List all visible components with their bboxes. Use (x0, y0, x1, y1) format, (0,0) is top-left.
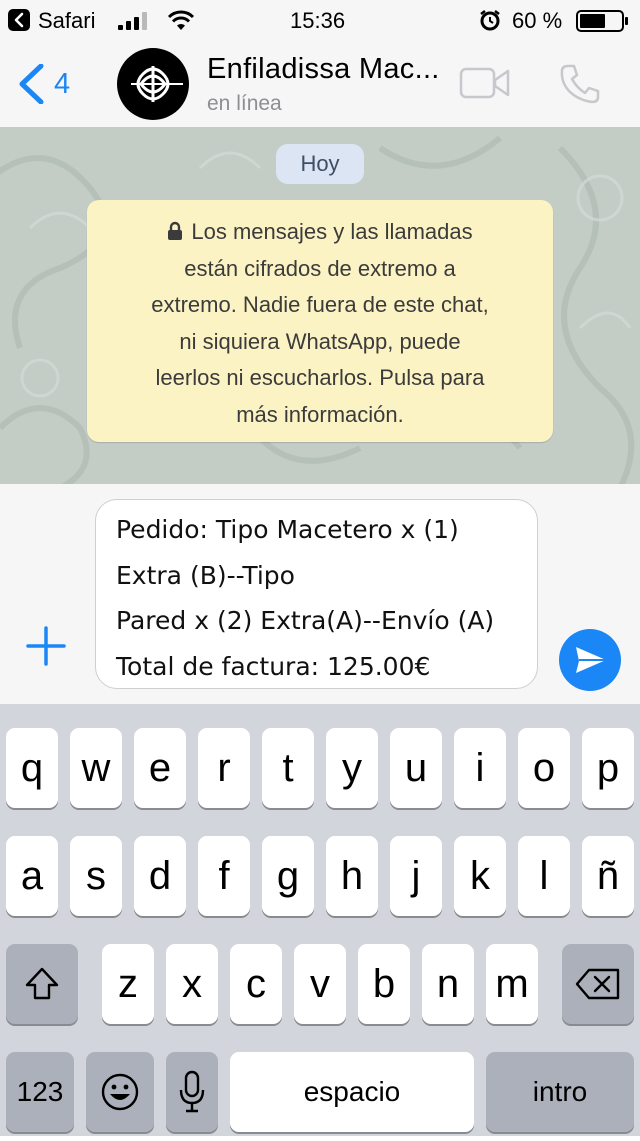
chat-header: 4 Enfiladissa Mac... en línea (0, 40, 640, 128)
key-t[interactable]: t (262, 728, 314, 808)
key-s[interactable]: s (70, 836, 122, 916)
key-r[interactable]: r (198, 728, 250, 808)
message-input-line: Pedido: Tipo Macetero x (1) (116, 515, 459, 544)
back-unread-count[interactable]: 4 (54, 68, 70, 101)
status-time: 15:36 (290, 8, 346, 33)
emoji-key[interactable] (86, 1052, 154, 1132)
dictation-key[interactable] (166, 1052, 218, 1132)
back-chevron-icon[interactable] (16, 64, 46, 104)
shift-key[interactable] (6, 944, 78, 1024)
back-to-app-icon[interactable] (8, 9, 30, 31)
lock-icon (168, 221, 183, 240)
key-v[interactable]: v (294, 944, 346, 1024)
message-input-line: Pared x (2) Extra(A)--Envío (A) (116, 606, 495, 635)
key-m[interactable]: m (486, 944, 538, 1024)
send-button[interactable] (559, 629, 621, 691)
video-camera-icon[interactable] (459, 66, 511, 100)
key-l[interactable]: l (518, 836, 570, 916)
message-input-line: Extra (B)--Tipo (116, 560, 295, 590)
key-n[interactable]: n (422, 944, 474, 1024)
backspace-key[interactable] (562, 944, 634, 1024)
key-c[interactable]: c (230, 944, 282, 1024)
chat-area[interactable]: Hoy Los mensajes y las llamadas están ci… (0, 128, 640, 484)
send-icon (576, 647, 606, 673)
alarm-icon (480, 10, 500, 31)
key-j[interactable]: j (390, 836, 442, 916)
message-composer: Pedido: Tipo Macetero x (1) Extra (B)--T… (0, 484, 640, 704)
message-input-line: Total de factura: 125.00€ (116, 651, 431, 681)
battery-icon (576, 10, 628, 32)
shift-icon (25, 967, 59, 1000)
encryption-notice[interactable]: Los mensajes y las llamadas están cifrad… (87, 200, 553, 442)
key-h[interactable]: h (326, 836, 378, 916)
key-b[interactable]: b (358, 944, 410, 1024)
key-x[interactable]: x (166, 944, 218, 1024)
key-u[interactable]: u (390, 728, 442, 808)
encryption-notice-line: Los mensajes y las llamadas (113, 214, 527, 251)
key-i[interactable]: i (454, 728, 506, 808)
key-w[interactable]: w (70, 728, 122, 808)
key-q[interactable]: q (6, 728, 58, 808)
wifi-icon (167, 10, 195, 30)
date-separator: Hoy (276, 144, 364, 184)
key-g[interactable]: g (262, 836, 314, 916)
key-k[interactable]: k (454, 836, 506, 916)
key-enye[interactable]: ñ (582, 836, 634, 916)
encryption-notice-line: ni siquiera WhatsApp, puede (179, 328, 461, 354)
backspace-icon (575, 968, 620, 1000)
attach-plus-icon[interactable] (24, 624, 68, 668)
contact-avatar[interactable] (117, 48, 189, 120)
key-o[interactable]: o (518, 728, 570, 808)
return-key[interactable]: intro (486, 1052, 634, 1132)
encryption-notice-line: más información. (236, 401, 404, 427)
signal-icon (118, 12, 154, 30)
message-input[interactable]: Pedido: Tipo Macetero x (1) Extra (B)--T… (95, 499, 538, 689)
key-d[interactable]: d (134, 836, 186, 916)
contact-status: en línea (207, 92, 282, 115)
encryption-notice-line: extremo. Nadie fuera de este chat, (151, 292, 489, 317)
contact-logo-icon (131, 66, 183, 102)
status-bar: Safari 15:36 60 % (0, 0, 640, 40)
keyboard: q w e r t y u i o p a s d f g h j k l ñ … (0, 704, 640, 1136)
key-p[interactable]: p (582, 728, 634, 808)
battery-percent: 60 % (512, 8, 563, 33)
encryption-notice-line: están cifrados de extremo a (184, 255, 456, 281)
key-a[interactable]: a (6, 836, 58, 916)
key-f[interactable]: f (198, 836, 250, 916)
contact-name[interactable]: Enfiladissa Mac... (207, 53, 440, 86)
phone-icon[interactable] (558, 62, 602, 106)
key-y[interactable]: y (326, 728, 378, 808)
encryption-notice-line: leerlos ni escucharlos. Pulsa para (155, 365, 485, 390)
key-z[interactable]: z (102, 944, 154, 1024)
numbers-key[interactable]: 123 (6, 1052, 74, 1132)
key-e[interactable]: e (134, 728, 186, 808)
space-key[interactable]: espacio (230, 1052, 474, 1132)
back-app-label[interactable]: Safari (38, 8, 95, 34)
microphone-icon (179, 1070, 205, 1113)
emoji-icon (101, 1073, 139, 1111)
